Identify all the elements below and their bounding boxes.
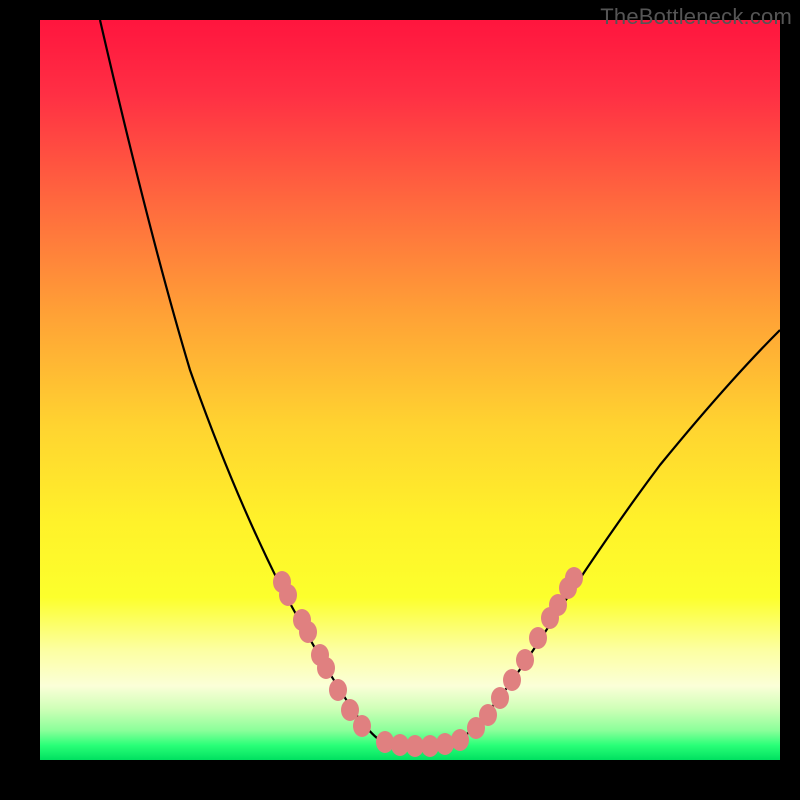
bead-right-1 [479, 704, 497, 726]
bead-right-3 [503, 669, 521, 691]
bead-right-2 [491, 687, 509, 709]
bead-left-8 [353, 715, 371, 737]
bead-left-6 [329, 679, 347, 701]
bead-right-9 [565, 567, 583, 589]
bead-left-3 [299, 621, 317, 643]
bead-bottom-0 [376, 731, 394, 753]
bead-left-1 [279, 584, 297, 606]
bead-right-5 [529, 627, 547, 649]
plot-area [40, 20, 780, 760]
bead-bottom-5 [451, 729, 469, 751]
bead-bottom-4 [436, 733, 454, 755]
watermark-text: TheBottleneck.com [600, 4, 792, 30]
left-curve [100, 20, 380, 740]
chart-root: TheBottleneck.com [0, 0, 800, 800]
beads-group [273, 567, 583, 757]
bead-right-4 [516, 649, 534, 671]
bead-left-5 [317, 657, 335, 679]
chart-svg [40, 20, 780, 760]
